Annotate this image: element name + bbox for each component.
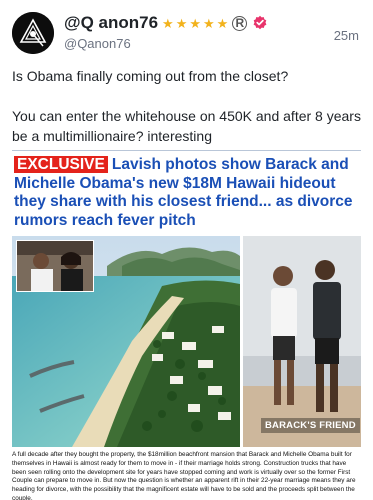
star-icon: ★: [175, 15, 188, 31]
star-icon: ★: [203, 15, 215, 31]
divider: [12, 150, 361, 151]
star-icon: ★: [189, 15, 202, 31]
avatar[interactable]: [12, 12, 54, 54]
exclusive-badge: EXCLUSIVE: [14, 156, 108, 173]
article-body-text: A full decade after they bought the prop…: [12, 451, 356, 500]
beach-friends-photo: BARACK'S FRIEND: [243, 236, 361, 447]
registered-icon: R: [232, 15, 248, 31]
post-timestamp[interactable]: 25m: [334, 28, 359, 43]
star-icon: ★: [216, 15, 229, 31]
post-paragraph: You can enter the whitehouse on 450K and…: [12, 108, 361, 144]
star-icon: ★: [162, 15, 174, 31]
display-name[interactable]: @Q anon76: [64, 13, 158, 33]
user-handle[interactable]: @Qanon76: [64, 36, 131, 51]
post-paragraph: Is Obama finally coming out from the clo…: [12, 68, 289, 84]
post-header: @Q anon76 ★ ★ ★ ★ ★ R @Qanon76 25m: [12, 12, 361, 56]
verified-badge-icon: [253, 15, 267, 30]
aerial-estate-photo: [12, 236, 240, 447]
article-headline: EXCLUSIVE Lavish photos show Barack and M…: [14, 156, 361, 230]
photo-tag: BARACK'S FRIEND: [261, 418, 360, 433]
beach-photo-graphic: [243, 236, 361, 447]
inset-photo-graphic: [17, 241, 93, 291]
embedded-article-image[interactable]: EXCLUSIVE Lavish photos show Barack and M…: [12, 150, 361, 500]
q-logo-icon: [12, 12, 54, 54]
inset-couple-photo: [16, 240, 94, 292]
name-row: @Q anon76 ★ ★ ★ ★ ★ R: [64, 12, 268, 34]
